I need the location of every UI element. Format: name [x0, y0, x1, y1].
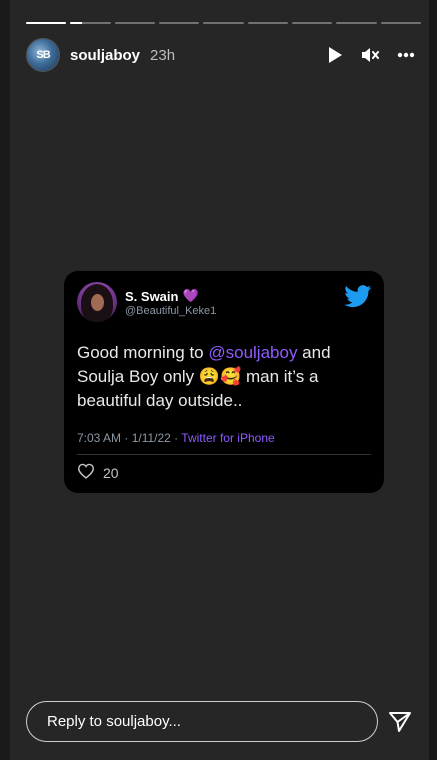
mute-icon[interactable]: [361, 47, 379, 63]
story-viewer: SB souljaboy 23h S. Swain 💜 @Beautiful_K…: [10, 0, 429, 760]
username[interactable]: souljaboy: [70, 47, 140, 64]
progress-segment: [70, 22, 111, 24]
progress-segment: [291, 22, 333, 24]
tweet-author-name: S. Swain 💜: [125, 288, 199, 304]
author-name-text: S. Swain: [125, 288, 179, 304]
story-header: SB souljaboy 23h: [26, 38, 415, 72]
progress-segment: [158, 22, 200, 24]
progress-segment: [247, 22, 288, 24]
tweet-author-handle: @Beautiful_Keke1: [125, 305, 217, 317]
like-count: 20: [103, 464, 119, 481]
story-progress-bar: [26, 22, 421, 25]
progress-segment: [336, 22, 377, 24]
tweet-text: Good morning to @souljaboy and Soulja Bo…: [77, 341, 377, 413]
avatar-initials: SB: [36, 49, 50, 61]
tweet-likes: 20: [77, 463, 119, 482]
profile-avatar[interactable]: SB: [26, 38, 60, 72]
tweet-divider: [77, 454, 371, 455]
play-icon[interactable]: [327, 46, 343, 64]
progress-segment: [26, 22, 67, 24]
tweet-timestamp: 7:03 AM · 1/11/22 ·: [77, 431, 182, 445]
progress-segment: [203, 22, 244, 24]
tweet-mention-link[interactable]: @souljaboy: [208, 343, 297, 362]
reply-placeholder: Reply to souljaboy...: [47, 713, 181, 730]
more-icon[interactable]: [397, 52, 415, 58]
tweet-card: S. Swain 💜 @Beautiful_Keke1 Good morning…: [64, 271, 384, 493]
purple-heart-emoji: 💜: [182, 288, 199, 303]
heart-icon[interactable]: [77, 463, 95, 482]
tweet-author-avatar: [77, 282, 117, 322]
progress-segment: [380, 22, 421, 24]
post-time: 23h: [150, 46, 176, 64]
tweet-meta: 7:03 AM · 1/11/22 · Twitter for iPhone: [77, 431, 275, 445]
send-icon[interactable]: [388, 711, 412, 738]
reply-input[interactable]: Reply to souljaboy...: [26, 701, 378, 742]
progress-segment: [114, 22, 155, 24]
tweet-text-part: Good morning to: [77, 343, 209, 362]
twitter-bird-icon: [344, 285, 372, 313]
tweet-source-link[interactable]: Twitter for iPhone: [181, 431, 274, 445]
header-controls: [327, 46, 415, 64]
